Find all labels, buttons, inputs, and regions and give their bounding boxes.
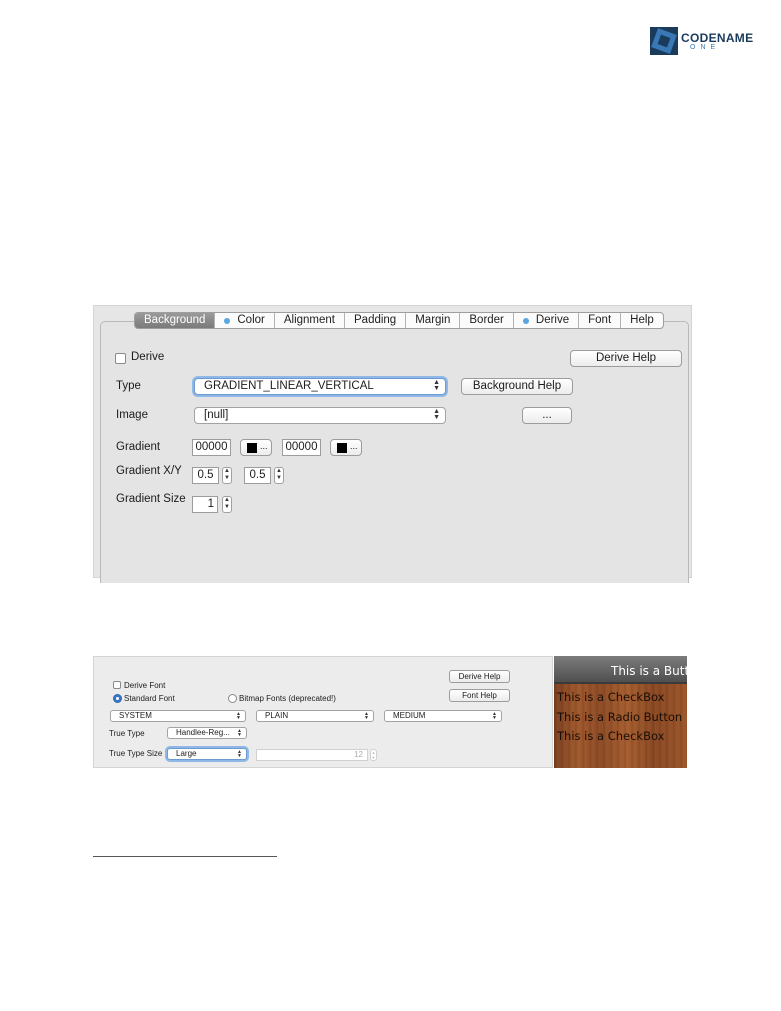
tab-derive[interactable]: Derive	[514, 313, 580, 328]
type-label: Type	[116, 380, 141, 392]
updown-arrows-icon: ▲ ▼	[237, 749, 242, 759]
tab-label: Help	[630, 314, 654, 326]
modified-dot-icon	[522, 317, 529, 324]
tab-label: Padding	[354, 314, 397, 326]
tab-label: Derive	[535, 314, 570, 326]
tab-label: Background	[144, 314, 206, 326]
ellipsis-label: ...	[260, 441, 268, 451]
derive-checkbox[interactable]	[115, 353, 126, 364]
true-type-size-value: Large	[176, 749, 197, 758]
preview-checkbox-text: This is a CheckBox	[557, 729, 665, 743]
bitmap-fonts-radio[interactable]	[228, 694, 237, 703]
font-size-value: MEDIUM	[393, 711, 426, 720]
derive-font-label: Derive Font	[124, 681, 166, 690]
color-swatch	[247, 443, 257, 453]
derive-help-button[interactable]: Derive Help	[570, 350, 682, 367]
image-select-value: [null]	[204, 409, 229, 421]
gradient-x-spinner[interactable]: ▲ ▼	[222, 467, 232, 484]
tab-help[interactable]: Help	[621, 313, 663, 328]
image-select[interactable]: [null] ▲ ▼	[194, 407, 446, 424]
tab-label: Color	[237, 314, 265, 326]
true-type-label: True Type	[109, 729, 145, 738]
tab-color[interactable]: Color	[215, 313, 275, 328]
font-size-spinner[interactable]: ▲ ▼	[370, 749, 377, 761]
standard-font-radio[interactable]	[113, 694, 122, 703]
standard-font-label: Standard Font	[124, 694, 175, 703]
background-help-button[interactable]: Background Help	[461, 378, 573, 395]
logo-wordmark: CODENAME	[681, 31, 754, 45]
codename-one-logo: CODENAME ONE	[650, 27, 756, 57]
image-browse-button[interactable]: ...	[522, 407, 572, 424]
updown-arrows-icon: ▲ ▼	[433, 408, 440, 421]
type-select[interactable]: GRADIENT_LINEAR_VERTICAL ▲ ▼	[194, 378, 446, 395]
font-family-value: SYSTEM	[119, 711, 152, 720]
font-help-button[interactable]: Font Help	[449, 689, 510, 702]
derive-help-button[interactable]: Derive Help	[449, 670, 510, 683]
tab-label: Margin	[415, 314, 451, 326]
type-select-value: GRADIENT_LINEAR_VERTICAL	[204, 380, 374, 392]
tab-border[interactable]: Border	[460, 313, 514, 328]
color-swatch	[337, 443, 347, 453]
updown-arrows-icon: ▲ ▼	[492, 711, 497, 721]
tab-font[interactable]: Font	[579, 313, 622, 328]
background-style-panel: Background Color Alignment Padding Margi…	[93, 305, 692, 583]
gradient-xy-label: Gradient X/Y	[116, 465, 182, 477]
font-size-select[interactable]: MEDIUM ▲ ▼	[384, 710, 502, 722]
updown-arrows-icon: ▲ ▼	[237, 728, 242, 738]
gradient-size-label: Gradient Size	[116, 493, 186, 505]
tab-label: Font	[588, 314, 612, 326]
tab-background[interactable]: Background	[135, 313, 216, 328]
footnote-separator	[93, 856, 277, 857]
gradient-label: Gradient	[116, 441, 161, 453]
ellipsis-label: ...	[350, 441, 358, 451]
theme-preview: This is a Button This is a CheckBox This…	[554, 656, 687, 768]
modified-dot-icon	[224, 317, 231, 324]
preview-button-text: This is a Button	[611, 664, 687, 678]
tab-alignment[interactable]: Alignment	[275, 313, 345, 328]
codename-one-logo-mark-icon	[650, 27, 678, 55]
tab-padding[interactable]: Padding	[345, 313, 407, 328]
font-family-select[interactable]: SYSTEM ▲ ▼	[110, 710, 246, 722]
derive-label: Derive	[131, 351, 165, 363]
bitmap-fonts-label: Bitmap Fonts (deprecated!)	[239, 694, 336, 703]
image-label: Image	[116, 409, 148, 421]
updown-arrows-icon: ▲ ▼	[364, 711, 369, 721]
tab-label: Border	[469, 314, 504, 326]
gradient-start-color-button[interactable]: ...	[240, 439, 272, 456]
true-type-size-select[interactable]: Large ▲ ▼	[167, 748, 247, 760]
gradient-x-field[interactable]: 0.5	[192, 467, 219, 484]
preview-radio-text: This is a Radio Button	[557, 710, 683, 724]
font-style-select[interactable]: PLAIN ▲ ▼	[256, 710, 374, 722]
gradient-size-field[interactable]: 1	[192, 496, 218, 513]
gradient-end-color-field[interactable]: 00000	[282, 439, 321, 456]
true-type-value: Handlee-Reg...	[176, 728, 230, 737]
gradient-y-field[interactable]: 0.5	[244, 467, 271, 484]
logo-subtitle: ONE	[690, 44, 721, 51]
updown-arrows-icon: ▲ ▼	[433, 379, 440, 392]
updown-arrows-icon: ▲ ▼	[236, 711, 241, 721]
gradient-start-color-field[interactable]: 00000	[192, 439, 231, 456]
gradient-y-spinner[interactable]: ▲ ▼	[274, 467, 284, 484]
preview-checkbox-text: This is a CheckBox	[557, 690, 665, 704]
true-type-select[interactable]: Handlee-Reg... ▲ ▼	[167, 727, 247, 739]
gradient-size-spinner[interactable]: ▲ ▼	[222, 496, 232, 513]
gradient-end-color-button[interactable]: ...	[330, 439, 362, 456]
tab-label: Alignment	[283, 314, 335, 326]
font-style-panel: Derive Help Derive Font Standard Font Bi…	[93, 656, 553, 768]
style-tab-bar: Background Color Alignment Padding Margi…	[134, 312, 664, 329]
tab-margin[interactable]: Margin	[406, 313, 461, 328]
true-type-size-label: True Type Size	[109, 749, 163, 758]
derive-font-checkbox[interactable]	[113, 681, 121, 689]
font-size-number-field[interactable]: 12	[256, 749, 368, 761]
font-style-value: PLAIN	[265, 711, 289, 720]
